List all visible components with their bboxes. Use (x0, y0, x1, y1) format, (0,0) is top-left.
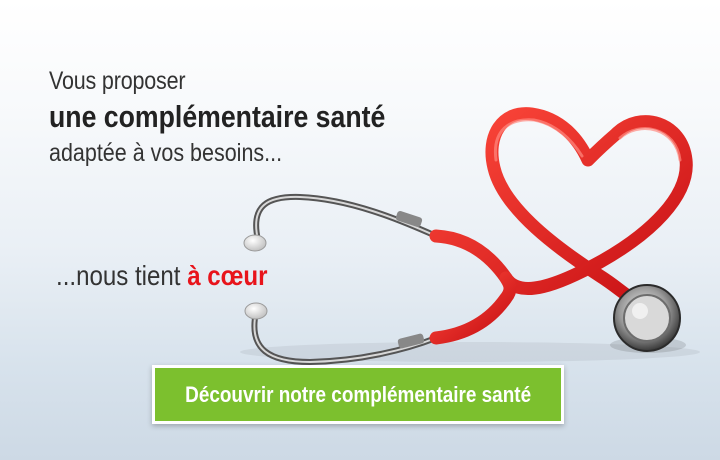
health-insurance-banner: Vous proposer une complémentaire santé a… (0, 0, 720, 460)
tagline: ...nous tient à cœur (56, 258, 267, 294)
tagline-prefix: ...nous tient (56, 260, 188, 291)
headline-line-2: une complémentaire santé (49, 99, 386, 134)
headline-line-1: Vous proposer (49, 67, 186, 95)
headline: Vous proposer une complémentaire santé a… (49, 66, 440, 168)
headline-line-3: adaptée à vos besoins... (49, 139, 283, 167)
discover-health-insurance-button[interactable]: Découvrir notre complémentaire santé (152, 365, 564, 424)
cta-label: Découvrir notre complémentaire santé (185, 381, 531, 407)
tagline-accent: à cœur (187, 260, 268, 291)
